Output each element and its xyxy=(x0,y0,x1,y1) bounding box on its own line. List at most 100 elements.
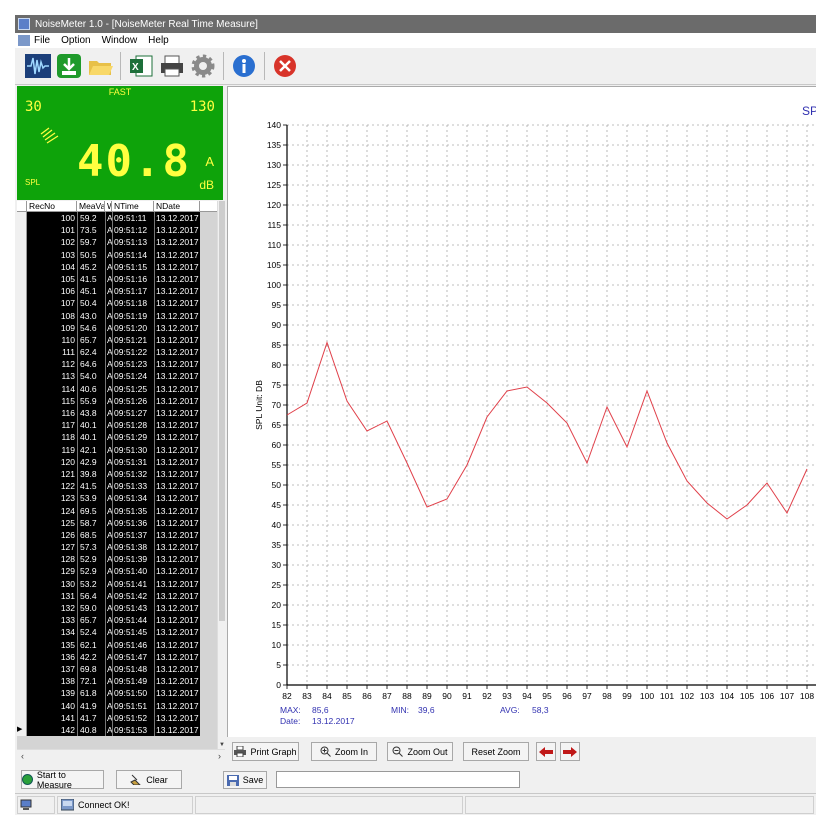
table-row[interactable]: 13872.1A09:51:4913.12.2017 xyxy=(17,675,217,688)
row-indicator xyxy=(17,370,27,383)
start-measure-button[interactable]: Start to Measure xyxy=(21,770,104,790)
table-row[interactable]: 12757.3A09:51:3813.12.2017 xyxy=(17,541,217,554)
clear-button[interactable]: Clear xyxy=(116,770,182,789)
cell-meaval: 41.5 xyxy=(77,480,105,493)
table-row[interactable]: 11942.1A09:51:3013.12.2017 xyxy=(17,443,217,456)
excel-icon[interactable]: X xyxy=(127,52,155,80)
chart-button-row: Print Graph Zoom In Zoom Out Reset Zoom xyxy=(227,737,816,767)
cell-recno: 119 xyxy=(27,443,77,456)
menu-help[interactable]: Help xyxy=(148,35,169,46)
cell-ntime: 09:51:11 xyxy=(112,212,154,225)
pan-right-button[interactable] xyxy=(560,742,580,761)
table-row[interactable]: 10750.4A09:51:1813.12.2017 xyxy=(17,297,217,310)
settings-gear-icon[interactable] xyxy=(189,52,217,80)
table-row[interactable]: 13562.1A09:51:4613.12.2017 xyxy=(17,638,217,651)
cell-weighting: A xyxy=(105,394,112,407)
close-red-icon[interactable] xyxy=(271,52,299,80)
table-row[interactable]: 10954.6A09:51:2013.12.2017 xyxy=(17,321,217,334)
table-row[interactable]: 13156.4A09:51:4213.12.2017 xyxy=(17,589,217,602)
table-row[interactable]: 10059.2A09:51:1113.12.2017 xyxy=(17,212,217,225)
table-row[interactable]: ▶14240.8A09:51:5313.12.2017 xyxy=(17,723,217,737)
table-row[interactable]: 11065.7A09:51:2113.12.2017 xyxy=(17,333,217,347)
scroll-down-icon[interactable]: ▼ xyxy=(218,741,226,749)
print-graph-button[interactable]: Print Graph xyxy=(232,742,299,761)
header-ndate[interactable]: NDate xyxy=(154,201,200,211)
table-row[interactable]: 12852.9A09:51:3913.12.2017 xyxy=(17,553,217,566)
table-row[interactable]: 11440.6A09:51:2513.12.2017 xyxy=(17,382,217,395)
info-icon[interactable] xyxy=(230,52,258,80)
cell-recno: 133 xyxy=(27,614,77,627)
save-icon xyxy=(226,774,239,786)
cell-weighting: A xyxy=(105,553,112,566)
table-row[interactable]: 11555.9A09:51:2613.12.2017 xyxy=(17,394,217,407)
table-vertical-scrollbar[interactable]: ▼ xyxy=(217,201,225,749)
printer-icon[interactable] xyxy=(158,52,186,80)
menu-bar: File Option Window Help xyxy=(15,33,816,48)
table-horizontal-scrollbar[interactable]: ‹ › xyxy=(17,749,225,763)
cell-weighting: A xyxy=(105,516,112,529)
zoom-out-button[interactable]: Zoom Out xyxy=(387,742,453,761)
cell-weighting: A xyxy=(105,248,112,261)
table-row[interactable]: 11840.1A09:51:2913.12.2017 xyxy=(17,431,217,444)
table-row[interactable]: 11264.6A09:51:2313.12.2017 xyxy=(17,358,217,371)
table-row[interactable]: 12353.9A09:51:3413.12.2017 xyxy=(17,492,217,505)
save-button[interactable]: Save xyxy=(223,771,267,789)
table-row[interactable]: 12952.9A09:51:4013.12.2017 xyxy=(17,565,217,578)
table-row[interactable]: 14041.9A09:51:5113.12.2017 xyxy=(17,699,217,712)
zoom-in-label: Zoom In xyxy=(334,746,368,757)
table-row[interactable]: 13365.7A09:51:4413.12.2017 xyxy=(17,614,217,627)
menu-option[interactable]: Option xyxy=(61,35,90,46)
cell-ntime: 09:51:20 xyxy=(112,321,154,334)
table-row[interactable]: 13961.8A09:51:5013.12.2017 xyxy=(17,687,217,700)
row-indicator xyxy=(17,285,27,298)
cell-weighting: A xyxy=(105,589,112,602)
table-row[interactable]: 12241.5A09:51:3313.12.2017 xyxy=(17,480,217,493)
waveform-icon[interactable] xyxy=(24,52,52,80)
scroll-thumb[interactable] xyxy=(219,201,225,621)
header-recno[interactable]: RecNo xyxy=(27,201,77,211)
document-icon[interactable] xyxy=(18,35,30,46)
table-row[interactable]: 11643.8A09:51:2713.12.2017 xyxy=(17,407,217,420)
cell-weighting: A xyxy=(105,346,112,359)
cell-ndate: 13.12.2017 xyxy=(154,699,200,712)
table-row[interactable]: 10173.5A09:51:1213.12.2017 xyxy=(17,224,217,237)
cell-meaval: 72.1 xyxy=(77,675,105,688)
table-row[interactable]: 12139.8A09:51:3213.12.2017 xyxy=(17,467,217,481)
table-row[interactable]: 10843.0A09:51:1913.12.2017 xyxy=(17,309,217,322)
table-row[interactable]: 10445.2A09:51:1513.12.2017 xyxy=(17,260,217,273)
scroll-right-icon[interactable]: › xyxy=(218,751,221,761)
table-row[interactable]: 11162.4A09:51:2213.12.2017 xyxy=(17,346,217,359)
table-row[interactable]: 12668.5A09:51:3713.12.2017 xyxy=(17,528,217,542)
menu-file[interactable]: File xyxy=(34,35,50,46)
table-row[interactable]: 11740.1A09:51:2813.12.2017 xyxy=(17,419,217,432)
table-row[interactable]: 13642.2A09:51:4713.12.2017 xyxy=(17,650,217,663)
header-ntime[interactable]: NTime xyxy=(112,201,154,211)
zoom-in-button[interactable]: Zoom In xyxy=(311,742,377,761)
table-row[interactable]: 10259.7A09:51:1313.12.2017 xyxy=(17,236,217,249)
table-row[interactable]: 10541.5A09:51:1613.12.2017 xyxy=(17,272,217,286)
table-row[interactable]: 12558.7A09:51:3613.12.2017 xyxy=(17,516,217,529)
cell-ntime: 09:51:45 xyxy=(112,626,154,639)
cell-ntime: 09:51:26 xyxy=(112,394,154,407)
table-row[interactable]: 13259.0A09:51:4313.12.2017 xyxy=(17,602,217,615)
table-row[interactable]: 12042.9A09:51:3113.12.2017 xyxy=(17,455,217,468)
table-row[interactable]: 11354.0A09:51:2413.12.2017 xyxy=(17,370,217,383)
open-folder-icon[interactable] xyxy=(86,52,114,80)
scroll-left-icon[interactable]: ‹ xyxy=(21,751,24,761)
menu-window[interactable]: Window xyxy=(102,35,138,46)
pan-left-button[interactable] xyxy=(536,742,556,761)
table-row[interactable]: 10350.5A09:51:1413.12.2017 xyxy=(17,248,217,261)
header-meaval[interactable]: MeaVal xyxy=(77,201,105,211)
table-row[interactable]: 12469.5A09:51:3513.12.2017 xyxy=(17,504,217,517)
export-pdf-icon[interactable] xyxy=(55,52,83,80)
reset-zoom-button[interactable]: Reset Zoom xyxy=(463,742,529,761)
table-row[interactable]: 13053.2A09:51:4113.12.2017 xyxy=(17,577,217,590)
table-row[interactable]: 10645.1A09:51:1713.12.2017 xyxy=(17,285,217,298)
cell-meaval: 50.5 xyxy=(77,248,105,261)
table-row[interactable]: 13769.8A09:51:4813.12.2017 xyxy=(17,662,217,676)
table-row[interactable]: 13452.4A09:51:4513.12.2017 xyxy=(17,626,217,639)
cell-weighting: A xyxy=(105,480,112,493)
header-weighting[interactable]: W xyxy=(105,201,112,211)
table-row[interactable]: 14141.7A09:51:5213.12.2017 xyxy=(17,711,217,724)
save-path-input[interactable] xyxy=(276,771,520,788)
